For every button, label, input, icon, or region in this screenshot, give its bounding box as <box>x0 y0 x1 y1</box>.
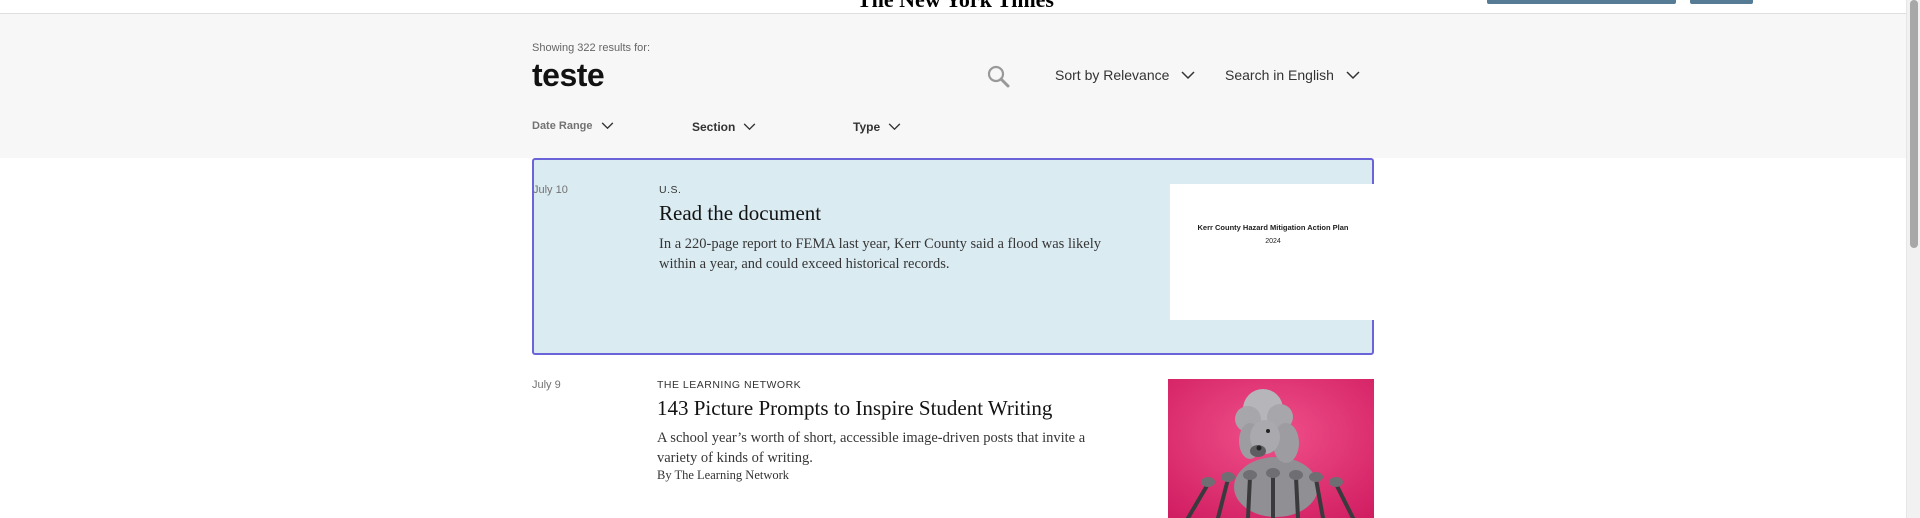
document-cover-title: Kerr County Hazard Mitigation Action Pla… <box>1197 223 1349 232</box>
result-section-kicker: U.S. <box>659 184 682 196</box>
result-headline[interactable]: 143 Picture Prompts to Inspire Student W… <box>657 396 1052 421</box>
result-byline: By The Learning Network <box>657 468 790 482</box>
login-button-clipped[interactable] <box>1690 0 1753 4</box>
search-query: teste <box>532 57 605 93</box>
date-range-filter-label: Date Range <box>532 120 593 132</box>
language-dropdown-label: Search in English <box>1225 67 1334 83</box>
result-summary: In a 220-page report to FEMA last year, … <box>659 236 1101 272</box>
language-dropdown[interactable]: Search in English <box>1225 67 1360 83</box>
section-filter[interactable]: Section <box>692 120 756 134</box>
results-count-text: Showing 322 results for: <box>532 42 651 54</box>
search-icon[interactable] <box>986 64 1010 88</box>
search-header: Showing 322 results for: teste Sort by R… <box>0 14 1906 158</box>
chevron-down-icon <box>601 122 613 130</box>
result-thumbnail[interactable]: Kerr County Hazard Mitigation Action Pla… <box>1170 184 1376 320</box>
chevron-down-icon <box>744 123 756 131</box>
date-range-filter[interactable]: Date Range <box>532 120 614 132</box>
result-summary: A school year’s worth of short, accessib… <box>657 430 1086 466</box>
section-filter-label: Section <box>692 120 736 134</box>
result-headline[interactable]: Read the document <box>659 201 821 226</box>
poodle-with-microphones-image <box>1168 379 1374 518</box>
result-section-kicker: THE LEARNING NETWORK <box>657 379 802 391</box>
subscribe-button-clipped[interactable] <box>1487 0 1676 4</box>
search-result-item[interactable]: July 10 U.S. Read the document In a 220-… <box>532 158 1376 355</box>
chevron-down-icon <box>1181 70 1195 79</box>
result-thumbnail[interactable] <box>1168 379 1374 518</box>
chevron-down-icon <box>888 123 901 131</box>
chevron-down-icon <box>1346 70 1360 79</box>
masthead-clipped[interactable]: The New York Times <box>857 0 1054 13</box>
result-date: July 9 <box>532 379 561 391</box>
type-filter[interactable]: Type <box>853 120 901 134</box>
document-cover-year: 2024 <box>1265 238 1281 245</box>
sort-dropdown[interactable]: Sort by Relevance <box>1055 67 1195 83</box>
vertical-scrollbar[interactable] <box>1906 0 1920 518</box>
result-date: July 10 <box>533 184 568 196</box>
scrollbar-thumb[interactable] <box>1910 0 1918 248</box>
top-bar: The New York Times <box>0 0 1906 14</box>
sort-dropdown-label: Sort by Relevance <box>1055 67 1170 83</box>
type-filter-label: Type <box>853 120 881 134</box>
search-result-item[interactable]: July 9 THE LEARNING NETWORK 143 Picture … <box>532 370 1374 518</box>
